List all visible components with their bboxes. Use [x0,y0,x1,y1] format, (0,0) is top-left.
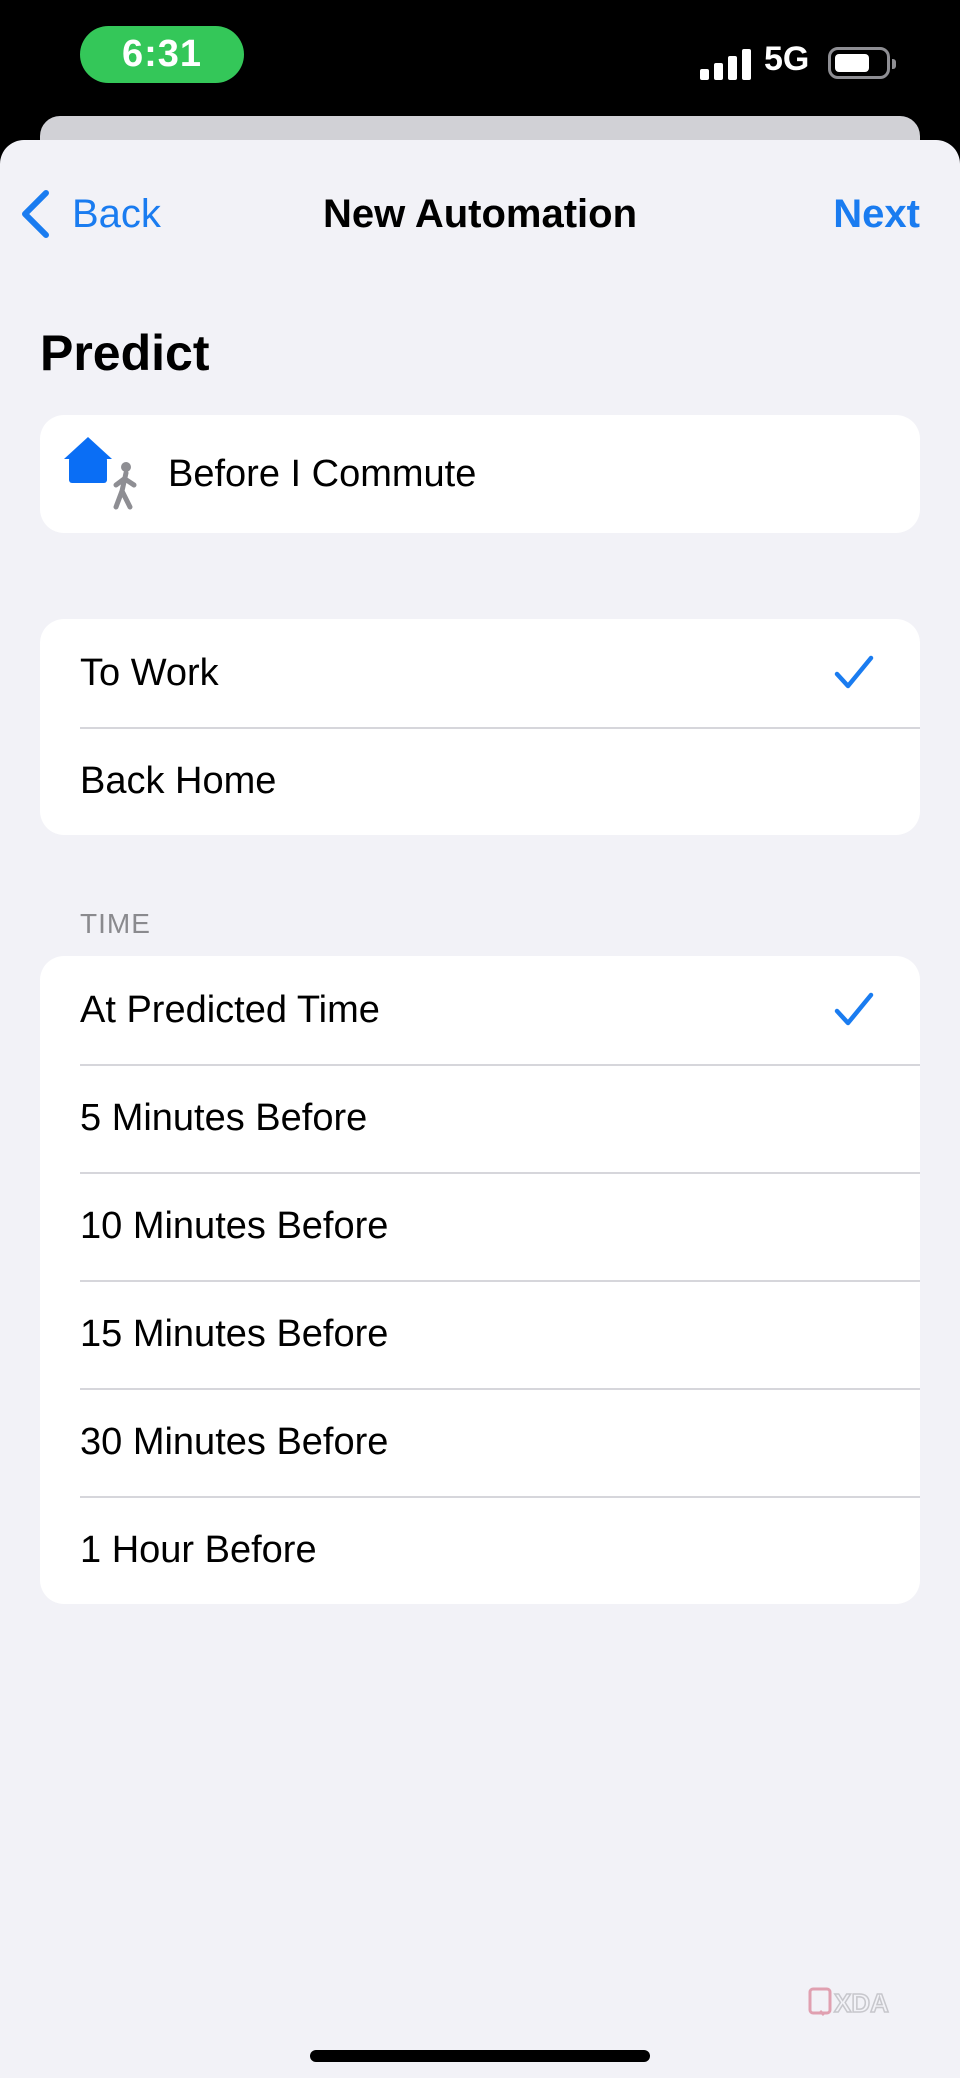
back-label: Back [72,191,161,236]
home-commute-icon [64,437,137,510]
checkmark-icon [834,992,874,1026]
option-label: 5 Minutes Before [80,1097,368,1139]
chevron-left-icon [22,190,49,238]
option-to-work[interactable]: To Work [40,619,920,727]
next-button[interactable]: Next [833,184,920,244]
destination-list: To Work Back Home [40,619,920,835]
option-label: 1 Hour Before [80,1529,317,1571]
option-label: At Predicted Time [80,989,380,1031]
option-10-minutes-before[interactable]: 10 Minutes Before [40,1172,920,1280]
battery-icon [828,47,896,79]
xda-watermark: XDA [808,1984,898,2020]
screen: 6:31 5G Back New Automation Next Predict [0,0,960,2078]
option-5-minutes-before[interactable]: 5 Minutes Before [40,1064,920,1172]
network-type: 5G [764,40,810,78]
option-label: To Work [80,652,219,694]
automation-sheet: Back New Automation Next Predict Before … [0,140,960,2078]
time-list: At Predicted Time 5 Minutes Before 10 Mi… [40,956,920,1604]
option-1-hour-before[interactable]: 1 Hour Before [40,1496,920,1604]
back-button[interactable]: Back [20,184,161,244]
option-label: 10 Minutes Before [80,1205,389,1247]
cellular-signal-icon [700,48,752,80]
status-bar: 6:31 5G [0,0,960,120]
option-15-minutes-before[interactable]: 15 Minutes Before [40,1280,920,1388]
xda-logo-icon: XDA [808,1987,890,2019]
home-indicator[interactable] [310,2050,650,2062]
option-back-home[interactable]: Back Home [40,727,920,835]
option-30-minutes-before[interactable]: 30 Minutes Before [40,1388,920,1496]
time-section-header: TIME [80,908,151,939]
option-at-predicted-time[interactable]: At Predicted Time [40,956,920,1064]
option-label: 30 Minutes Before [80,1421,389,1463]
trigger-card[interactable]: Before I Commute [40,415,920,533]
option-label: 15 Minutes Before [80,1313,389,1355]
svg-text:XDA: XDA [834,1988,889,2018]
option-label: Back Home [80,760,277,802]
status-time: 6:31 [80,26,244,83]
section-title: Predict [40,325,210,381]
trigger-label: Before I Commute [168,453,477,495]
checkmark-icon [834,655,874,689]
